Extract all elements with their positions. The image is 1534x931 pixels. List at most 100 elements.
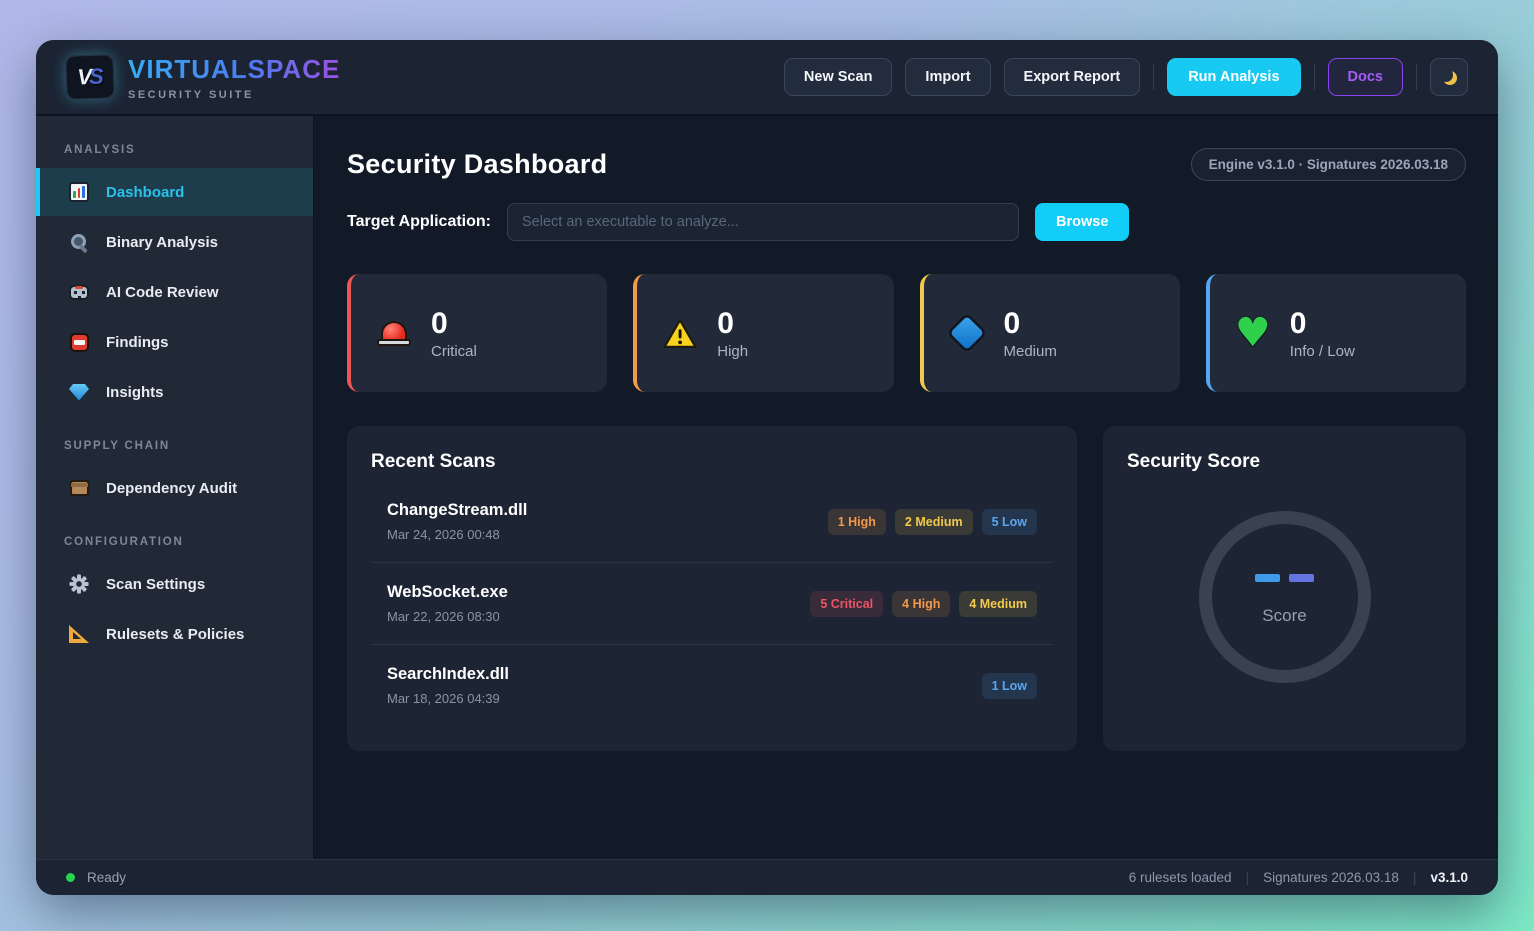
severity-badge-medium: 4 Medium (959, 591, 1037, 617)
scan-file-name: SearchIndex.dll (387, 665, 509, 684)
footer-divider: | (1413, 870, 1417, 885)
severity-badge-high: 1 High (828, 509, 886, 535)
theme-toggle-button[interactable] (1430, 58, 1468, 96)
sidebar-section-configuration: CONFIGURATION (36, 514, 313, 558)
status-dot-icon (66, 873, 75, 882)
app-logo: VS (65, 54, 115, 100)
export-report-button[interactable]: Export Report (1004, 58, 1141, 97)
header-divider (1416, 64, 1417, 90)
browse-button[interactable]: Browse (1035, 203, 1129, 241)
scan-row-websocket[interactable]: WebSocket.exe Mar 22, 2026 08:30 5 Criti… (371, 563, 1053, 645)
stat-card-info-low: 0 Info / Low (1206, 274, 1466, 392)
signatures-text: Signatures 2026.03.18 (1263, 870, 1399, 885)
stat-card-medium: 0 Medium (920, 274, 1180, 392)
run-analysis-button[interactable]: Run Analysis (1167, 58, 1300, 97)
info-low-label: Info / Low (1290, 343, 1355, 360)
score-caption: Score (1262, 606, 1306, 626)
severity-stat-cards: 0 Critical 0 High (347, 274, 1466, 392)
app-title: VIRTUALSPACE (128, 54, 340, 85)
target-application-row: Target Application: Browse (347, 203, 1466, 241)
app-subtitle: SECURITY SUITE (128, 89, 340, 101)
sidebar-item-scan-settings[interactable]: Scan Settings (36, 560, 313, 608)
sidebar-item-label: Scan Settings (106, 576, 205, 593)
medium-count: 0 (1004, 307, 1057, 340)
magnifier-icon (68, 231, 90, 253)
sidebar-item-dependency-audit[interactable]: Dependency Audit (36, 464, 313, 512)
new-scan-button[interactable]: New Scan (784, 58, 893, 97)
logo-letter-s: S (89, 64, 104, 90)
version-text: v3.1.0 (1430, 870, 1468, 885)
bar-chart-icon (68, 181, 90, 203)
sidebar-item-insights[interactable]: Insights (36, 368, 313, 416)
name-badge-icon (68, 331, 90, 353)
green-heart-icon (1234, 316, 1272, 350)
gem-icon (68, 381, 90, 403)
scan-file-name: ChangeStream.dll (387, 501, 527, 520)
security-score-panel: Security Score Score (1103, 426, 1466, 751)
recent-scans-panel: Recent Scans ChangeStream.dll Mar 24, 20… (347, 426, 1077, 751)
score-placeholder-dashes (1255, 574, 1314, 582)
scan-row-changestream[interactable]: ChangeStream.dll Mar 24, 2026 00:48 1 Hi… (371, 481, 1053, 563)
scan-date: Mar 22, 2026 08:30 (387, 609, 508, 624)
severity-badge-critical: 5 Critical (810, 591, 883, 617)
sidebar-item-findings[interactable]: Findings (36, 318, 313, 366)
high-count: 0 (717, 307, 748, 340)
triangular-ruler-icon (68, 623, 90, 645)
robot-icon (68, 281, 90, 303)
severity-badge-medium: 2 Medium (895, 509, 973, 535)
sidebar-item-ai-code-review[interactable]: AI Code Review (36, 268, 313, 316)
scan-date: Mar 24, 2026 00:48 (387, 527, 527, 542)
header-actions: New Scan Import Export Report Run Analys… (784, 58, 1468, 97)
stat-card-high: 0 High (633, 274, 893, 392)
status-bar: Ready 6 rulesets loaded | Signatures 202… (36, 859, 1498, 895)
target-application-label: Target Application: (347, 213, 491, 231)
brand-block: VIRTUALSPACE SECURITY SUITE (128, 54, 340, 101)
status-text: Ready (87, 870, 126, 885)
blue-diamond-icon (948, 316, 986, 350)
import-button[interactable]: Import (905, 58, 990, 97)
main-content: Security Dashboard Engine v3.1.0 · Signa… (314, 116, 1498, 859)
sidebar: ANALYSIS Dashboard Binary Analysis AI Co… (36, 116, 314, 859)
sidebar-section-supply-chain: SUPPLY CHAIN (36, 418, 313, 462)
target-application-input[interactable] (507, 203, 1019, 241)
sidebar-item-label: Binary Analysis (106, 234, 218, 251)
footer-divider: | (1246, 870, 1250, 885)
sidebar-item-label: AI Code Review (106, 284, 219, 301)
app-window: VS VIRTUALSPACE SECURITY SUITE New Scan … (36, 40, 1498, 895)
moon-icon (1439, 68, 1453, 82)
docs-button[interactable]: Docs (1328, 58, 1403, 97)
critical-label: Critical (431, 343, 477, 360)
header-divider (1314, 64, 1315, 90)
recent-scans-title: Recent Scans (371, 451, 1053, 473)
sidebar-item-label: Dependency Audit (106, 480, 237, 497)
stat-card-critical: 0 Critical (347, 274, 607, 392)
sidebar-item-label: Dashboard (106, 184, 184, 201)
sidebar-item-label: Rulesets & Policies (106, 626, 244, 643)
rulesets-loaded-text: 6 rulesets loaded (1129, 870, 1232, 885)
severity-badge-low: 5 Low (982, 509, 1037, 535)
sidebar-item-label: Insights (106, 384, 164, 401)
sidebar-item-binary-analysis[interactable]: Binary Analysis (36, 218, 313, 266)
medium-label: Medium (1004, 343, 1057, 360)
sidebar-section-analysis: ANALYSIS (36, 122, 313, 166)
security-score-title: Security Score (1127, 451, 1442, 473)
score-ring: Score (1199, 511, 1371, 683)
scan-row-searchindex[interactable]: SearchIndex.dll Mar 18, 2026 04:39 1 Low (371, 645, 1053, 726)
scan-date: Mar 18, 2026 04:39 (387, 691, 509, 706)
severity-badge-low: 1 Low (982, 673, 1037, 699)
scan-file-name: WebSocket.exe (387, 583, 508, 602)
engine-version-badge: Engine v3.1.0 · Signatures 2026.03.18 (1191, 148, 1466, 181)
severity-badge-high: 4 High (892, 591, 950, 617)
warning-triangle-icon (661, 318, 699, 349)
sidebar-item-label: Findings (106, 334, 169, 351)
sidebar-item-rulesets-policies[interactable]: Rulesets & Policies (36, 610, 313, 658)
high-label: High (717, 343, 748, 360)
critical-count: 0 (431, 307, 477, 340)
package-icon (68, 477, 90, 499)
header-divider (1153, 64, 1154, 90)
sidebar-item-dashboard[interactable]: Dashboard (36, 168, 313, 216)
siren-icon (375, 321, 413, 346)
info-low-count: 0 (1290, 307, 1355, 340)
page-title: Security Dashboard (347, 149, 607, 180)
app-header: VS VIRTUALSPACE SECURITY SUITE New Scan … (36, 40, 1498, 116)
